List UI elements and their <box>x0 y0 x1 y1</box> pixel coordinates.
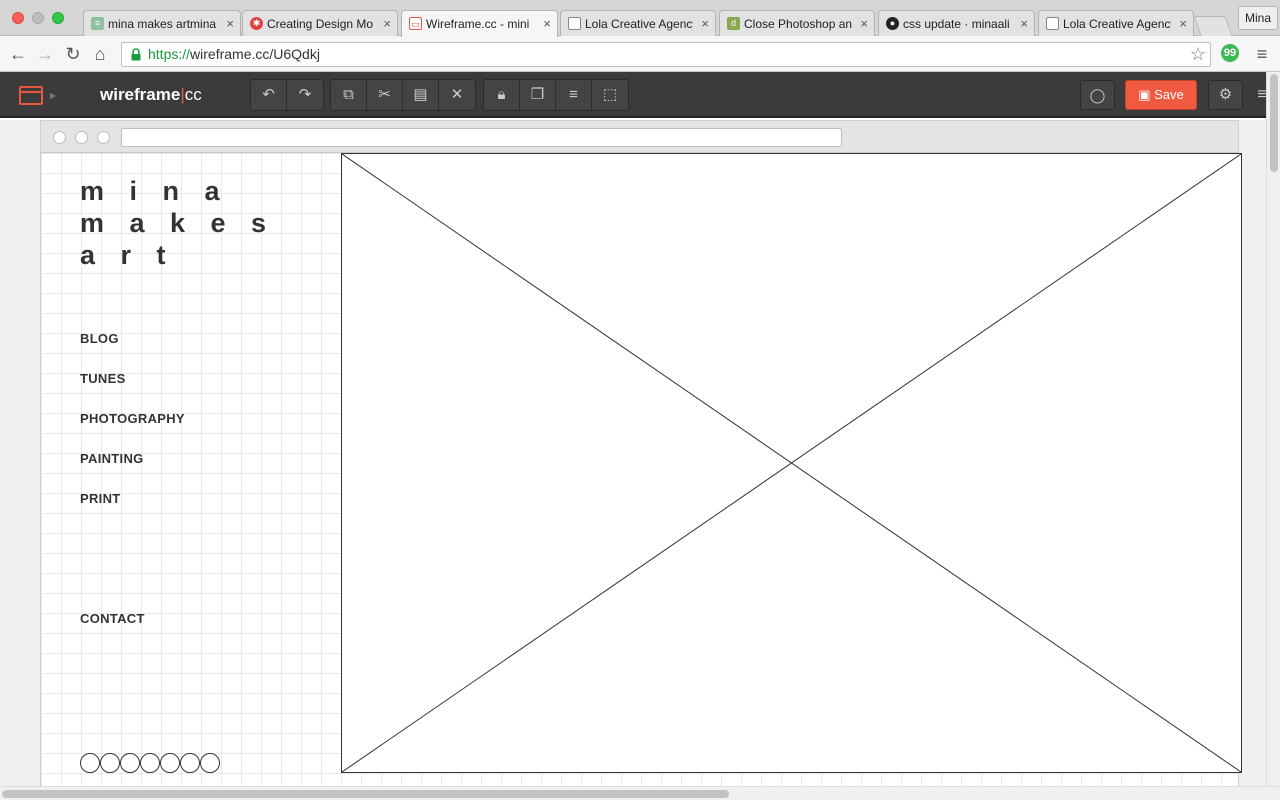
save-icon: ▣ <box>1138 87 1155 102</box>
frame-dot <box>53 131 66 144</box>
browser-tab-2[interactable]: ✱ Creating Design Mo × <box>242 10 398 37</box>
social-circle[interactable] <box>200 753 220 773</box>
site-title[interactable]: m i n a m a k e s a r t <box>80 175 275 271</box>
app-toolbar: ▶ wireframe|cc ↶ ↷ ⧉ ✂ ▤ ✕ 🔒︎ ❐ ≡ ⬚ ◯ ▣ … <box>0 72 1280 118</box>
logo-icon: ✱ <box>250 17 263 30</box>
home-icon[interactable]: ⌂ <box>88 42 112 66</box>
tab-label: Lola Creative Agency <box>585 17 693 31</box>
frame-dot <box>97 131 110 144</box>
redo-icon[interactable]: ↷ <box>287 80 323 110</box>
tab-label: Close Photoshop an <box>744 17 852 31</box>
app-name: wireframe|cc <box>100 85 202 104</box>
app-logo-icon[interactable] <box>19 86 43 105</box>
browser-frame-mockup: m i n a m a k e s a r t BLOG TUNES PHOTO… <box>40 120 1242 788</box>
close-icon[interactable]: × <box>860 11 868 37</box>
github-icon: ● <box>886 17 899 30</box>
tab-label: Wireframe.cc - mini <box>426 17 530 31</box>
wireframe-icon: ▭ <box>409 17 422 30</box>
nav-link-print[interactable]: PRINT <box>80 491 121 506</box>
workspace: m i n a m a k e s a r t BLOG TUNES PHOTO… <box>0 120 1266 788</box>
wireframe-canvas[interactable]: m i n a m a k e s a r t BLOG TUNES PHOTO… <box>41 153 1242 788</box>
lock-icon <box>131 48 141 61</box>
settings-button[interactable]: ⚙ <box>1208 80 1243 110</box>
gears-icon: ⚙ <box>1218 86 1233 103</box>
nav-link-tunes[interactable]: TUNES <box>80 371 126 386</box>
browser-tab-1[interactable]: ≡ mina makes artmina × <box>83 10 241 37</box>
edit-tool-group: ⧉ ✂ ▤ ✕ <box>330 79 476 111</box>
browser-tab-3-active[interactable]: ▭ Wireframe.cc - mini × <box>401 10 558 37</box>
browser-tab-5[interactable]: d Close Photoshop an × <box>719 10 875 37</box>
browser-tab-6[interactable]: ● css update · minaali × <box>878 10 1035 37</box>
extension-icon[interactable]: 99 <box>1221 44 1239 62</box>
frame-address-bar <box>121 128 842 147</box>
browser-menu-icon[interactable]: ≡ <box>1254 42 1270 66</box>
window-close-button[interactable] <box>12 12 24 24</box>
new-tab-button[interactable] <box>1193 16 1233 36</box>
comment-icon: ◯ <box>1089 87 1106 103</box>
placeholder-cross <box>342 154 1241 772</box>
bookmark-star-icon[interactable]: ☆ <box>1190 44 1206 65</box>
vertical-scrollbar[interactable] <box>1266 72 1280 788</box>
nav-link-painting[interactable]: PAINTING <box>80 451 144 466</box>
social-circle[interactable] <box>180 753 200 773</box>
address-bar[interactable]: https://wireframe.cc/U6Qdkj ☆ <box>121 42 1211 67</box>
nav-link-contact[interactable]: CONTACT <box>80 611 145 626</box>
save-button[interactable]: ▣ Save <box>1125 80 1197 110</box>
tab-label: mina makes artmina <box>108 17 217 31</box>
close-icon[interactable]: × <box>543 11 551 37</box>
browser-tab-4[interactable]: Lola Creative Agency × <box>560 10 716 37</box>
tab-label: Lola Creative Agency <box>1063 17 1171 31</box>
social-circle[interactable] <box>160 753 180 773</box>
close-icon[interactable]: × <box>226 11 234 37</box>
undo-icon[interactable]: ↶ <box>251 80 287 110</box>
social-circle[interactable] <box>80 753 100 773</box>
social-circles <box>80 753 220 773</box>
nav-link-photography[interactable]: PHOTOGRAPHY <box>80 411 185 426</box>
horizontal-scroll-thumb[interactable] <box>2 790 729 798</box>
arrange-tool-group: 🔒︎ ❐ ≡ ⬚ <box>483 79 629 111</box>
profile-button[interactable]: Mina <box>1238 6 1278 30</box>
vertical-scroll-thumb[interactable] <box>1270 74 1278 172</box>
frame-dot <box>75 131 88 144</box>
window-maximize-button[interactable] <box>52 12 64 24</box>
horizontal-scrollbar[interactable] <box>0 786 1280 800</box>
tab-label: Creating Design Mo <box>267 17 374 31</box>
history-tool-group: ↶ ↷ <box>250 79 324 111</box>
d-icon: d <box>727 17 740 30</box>
forward-arrow-icon[interactable]: → <box>33 42 57 66</box>
document-icon <box>1046 17 1059 30</box>
dropdown-arrow-icon[interactable]: ▶ <box>50 91 56 100</box>
tab-label: css update · minaali <box>903 17 1010 31</box>
close-icon[interactable]: × <box>1179 11 1187 37</box>
back-arrow-icon[interactable]: ← <box>6 42 30 66</box>
social-circle[interactable] <box>140 753 160 773</box>
social-circle[interactable] <box>100 753 120 773</box>
close-icon[interactable]: × <box>701 11 709 37</box>
document-icon <box>568 17 581 30</box>
comment-button[interactable]: ◯ <box>1080 80 1115 110</box>
close-icon[interactable]: × <box>1020 11 1028 37</box>
lock-icon[interactable]: 🔒︎ <box>484 80 520 110</box>
social-circle[interactable] <box>120 753 140 773</box>
reload-icon[interactable]: ↻ <box>61 42 85 66</box>
url-text[interactable]: https://wireframe.cc/U6Qdkj <box>148 43 320 66</box>
image-placeholder[interactable] <box>341 153 1242 773</box>
nav-link-blog[interactable]: BLOG <box>80 331 119 346</box>
close-icon[interactable]: × <box>383 11 391 37</box>
paste-icon[interactable]: ▤ <box>403 80 439 110</box>
cut-icon[interactable]: ✂ <box>367 80 403 110</box>
browser-tab-strip: ≡ mina makes artmina × ✱ Creating Design… <box>0 0 1280 37</box>
align-icon[interactable]: ≡ <box>556 80 592 110</box>
group-icon[interactable]: ⬚ <box>592 80 628 110</box>
layer-order-icon[interactable]: ❐ <box>520 80 556 110</box>
frame-titlebar <box>41 121 1238 153</box>
browser-tab-7[interactable]: Lola Creative Agency × <box>1038 10 1194 37</box>
copy-icon[interactable]: ⧉ <box>331 80 367 110</box>
page-icon: ≡ <box>91 17 104 30</box>
window-minimize-button[interactable] <box>32 12 44 24</box>
delete-icon[interactable]: ✕ <box>439 80 475 110</box>
